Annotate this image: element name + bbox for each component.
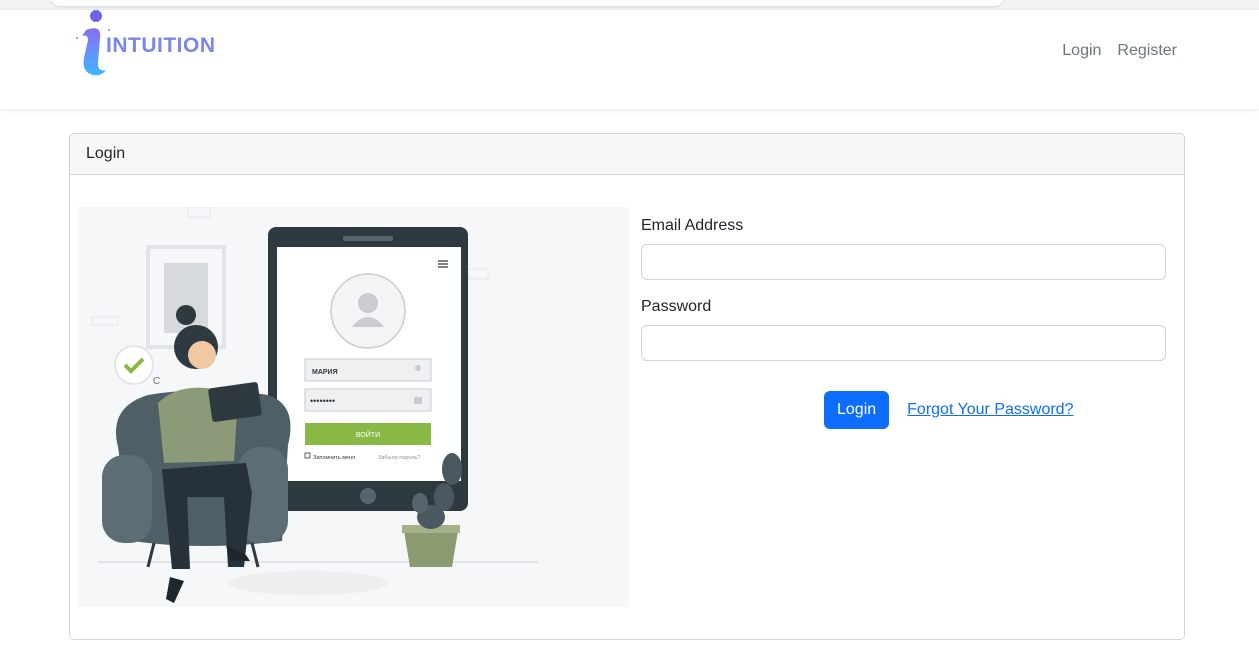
password-label: Password [641,298,712,315]
illustration-remember-label: Запомнить меня [313,455,355,461]
navbar: INTUITION Login Register [0,9,1259,109]
email-row: Email Address [641,217,1168,280]
illustration-submit-label: ВОЙТИ [356,430,380,439]
login-button[interactable]: Login [824,391,890,429]
nav-links: Login Register [1062,42,1177,60]
password-input[interactable] [641,325,1166,361]
brand-name: INTUITION [106,34,216,57]
card-header: Login [70,134,1184,175]
nav-register-link[interactable]: Register [1117,42,1177,60]
top-tab-bar [50,0,1004,6]
login-illustration-image: C МАРИЯ •••••••• ВОЙТИ Запомнить меня За… [91,206,538,603]
login-illustration: C МАРИЯ •••••••• ВОЙТИ Запомнить меня За… [78,206,629,607]
email-input[interactable] [641,244,1166,280]
illustration-forgot-label: Забыли пароль? [378,455,420,461]
svg-text:C: C [153,376,160,387]
login-card: Login C МАРИЯ •••••••• ВОЙТИ Запомнить м… [69,133,1185,640]
browser-top-strip [0,0,1259,9]
forgot-password-link[interactable]: Forgot Your Password? [907,401,1073,419]
illustration-password-mask: •••••••• [310,396,335,406]
brand-logo[interactable]: INTUITION [72,10,222,80]
email-label: Email Address [641,217,744,234]
login-form: Email Address Password Login Forgot Your… [641,209,1168,429]
form-actions: Login Forgot Your Password? [824,391,1073,429]
illustration-username-value: МАРИЯ [312,369,338,376]
nav-login-link[interactable]: Login [1062,42,1101,60]
password-row: Password [641,298,1168,361]
